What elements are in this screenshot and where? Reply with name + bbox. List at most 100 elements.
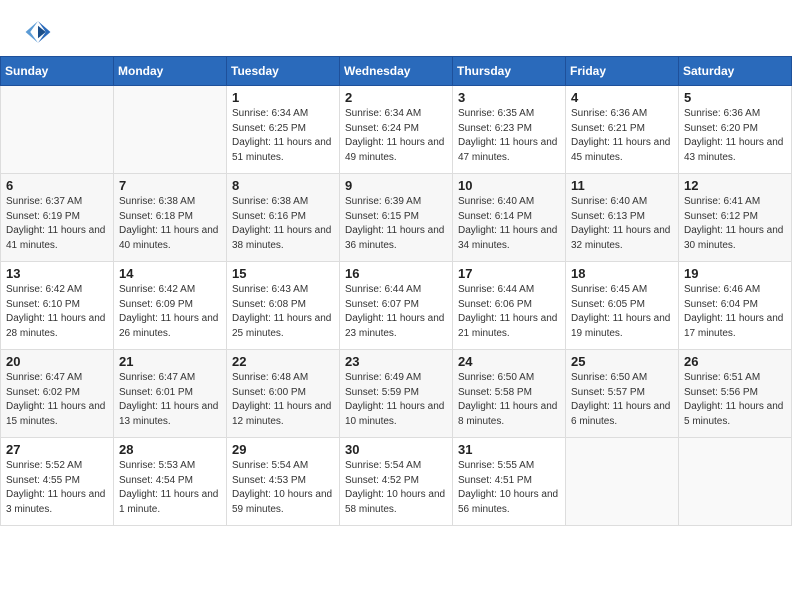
day-number: 30 [345,442,447,457]
calendar-cell: 3 Sunrise: 6:35 AM Sunset: 6:23 PM Daylig… [453,86,566,174]
day-number: 11 [571,178,673,193]
calendar-body: 1 Sunrise: 6:34 AM Sunset: 6:25 PM Daylig… [1,86,792,526]
day-number: 15 [232,266,334,281]
day-info: Sunrise: 6:50 AM Sunset: 5:58 PM Dayligh… [458,371,560,429]
calendar-cell [679,438,792,526]
day-number: 19 [684,266,786,281]
day-number: 22 [232,354,334,369]
calendar-cell: 17 Sunrise: 6:44 AM Sunset: 6:06 PM Dayli… [453,262,566,350]
logo-icon [24,18,52,46]
calendar-cell: 12 Sunrise: 6:41 AM Sunset: 6:12 PM Dayli… [679,174,792,262]
day-number: 18 [571,266,673,281]
day-number: 27 [6,442,108,457]
calendar-cell: 22 Sunrise: 6:48 AM Sunset: 6:00 PM Dayli… [227,350,340,438]
weekday-header: Friday [566,57,679,86]
day-info: Sunrise: 6:44 AM Sunset: 6:07 PM Dayligh… [345,283,447,341]
calendar-cell: 24 Sunrise: 6:50 AM Sunset: 5:58 PM Dayli… [453,350,566,438]
day-info: Sunrise: 6:48 AM Sunset: 6:00 PM Dayligh… [232,371,334,429]
day-number: 9 [345,178,447,193]
day-number: 1 [232,90,334,105]
day-number: 24 [458,354,560,369]
calendar-cell: 16 Sunrise: 6:44 AM Sunset: 6:07 PM Dayli… [340,262,453,350]
day-info: Sunrise: 6:44 AM Sunset: 6:06 PM Dayligh… [458,283,560,341]
calendar-cell [114,86,227,174]
day-info: Sunrise: 6:34 AM Sunset: 6:24 PM Dayligh… [345,107,447,165]
day-number: 29 [232,442,334,457]
day-info: Sunrise: 6:38 AM Sunset: 6:16 PM Dayligh… [232,195,334,253]
calendar-cell [1,86,114,174]
day-info: Sunrise: 6:36 AM Sunset: 6:21 PM Dayligh… [571,107,673,165]
day-number: 23 [345,354,447,369]
calendar-cell: 2 Sunrise: 6:34 AM Sunset: 6:24 PM Daylig… [340,86,453,174]
day-info: Sunrise: 5:54 AM Sunset: 4:52 PM Dayligh… [345,459,447,517]
page: SundayMondayTuesdayWednesdayThursdayFrid… [0,0,792,612]
day-info: Sunrise: 6:38 AM Sunset: 6:18 PM Dayligh… [119,195,221,253]
calendar-cell: 6 Sunrise: 6:37 AM Sunset: 6:19 PM Daylig… [1,174,114,262]
day-info: Sunrise: 6:51 AM Sunset: 5:56 PM Dayligh… [684,371,786,429]
calendar-cell: 14Sunrise: 6:42 AM Sunset: 6:09 PM Dayli… [114,262,227,350]
calendar-cell: 27 Sunrise: 5:52 AM Sunset: 4:55 PM Dayli… [1,438,114,526]
calendar-header: SundayMondayTuesdayWednesdayThursdayFrid… [1,57,792,86]
day-number: 12 [684,178,786,193]
calendar-cell: 5 Sunrise: 6:36 AM Sunset: 6:20 PM Daylig… [679,86,792,174]
day-number: 2 [345,90,447,105]
day-number: 13 [6,266,108,281]
day-info: Sunrise: 5:54 AM Sunset: 4:53 PM Dayligh… [232,459,334,517]
week-row: 6 Sunrise: 6:37 AM Sunset: 6:19 PM Daylig… [1,174,792,262]
day-info: Sunrise: 6:46 AM Sunset: 6:04 PM Dayligh… [684,283,786,341]
calendar-cell: 4 Sunrise: 6:36 AM Sunset: 6:21 PM Daylig… [566,86,679,174]
weekday-row: SundayMondayTuesdayWednesdayThursdayFrid… [1,57,792,86]
calendar-cell: 30 Sunrise: 5:54 AM Sunset: 4:52 PM Dayli… [340,438,453,526]
weekday-header: Wednesday [340,57,453,86]
day-info: Sunrise: 6:41 AM Sunset: 6:12 PM Dayligh… [684,195,786,253]
day-info: Sunrise: 6:47 AM Sunset: 6:02 PM Dayligh… [6,371,108,429]
calendar: SundayMondayTuesdayWednesdayThursdayFrid… [0,56,792,526]
day-number: 4 [571,90,673,105]
day-number: 25 [571,354,673,369]
day-info: Sunrise: 6:40 AM Sunset: 6:13 PM Dayligh… [571,195,673,253]
day-number: 3 [458,90,560,105]
day-info: Sunrise: 5:55 AM Sunset: 4:51 PM Dayligh… [458,459,560,517]
header [0,0,792,56]
day-info: Sunrise: 6:36 AM Sunset: 6:20 PM Dayligh… [684,107,786,165]
day-number: 6 [6,178,108,193]
day-number: 21 [119,354,221,369]
day-info: Sunrise: 6:35 AM Sunset: 6:23 PM Dayligh… [458,107,560,165]
calendar-cell: 20 Sunrise: 6:47 AM Sunset: 6:02 PM Dayli… [1,350,114,438]
day-number: 17 [458,266,560,281]
day-number: 26 [684,354,786,369]
calendar-cell: 8 Sunrise: 6:38 AM Sunset: 6:16 PM Daylig… [227,174,340,262]
day-number: 16 [345,266,447,281]
calendar-cell: 7 Sunrise: 6:38 AM Sunset: 6:18 PM Daylig… [114,174,227,262]
day-number: 28 [119,442,221,457]
calendar-cell: 26 Sunrise: 6:51 AM Sunset: 5:56 PM Dayli… [679,350,792,438]
day-info: Sunrise: 6:34 AM Sunset: 6:25 PM Dayligh… [232,107,334,165]
day-number: 7 [119,178,221,193]
calendar-cell: 19 Sunrise: 6:46 AM Sunset: 6:04 PM Dayli… [679,262,792,350]
calendar-cell: 15 Sunrise: 6:43 AM Sunset: 6:08 PM Dayli… [227,262,340,350]
weekday-header: Tuesday [227,57,340,86]
week-row: 27 Sunrise: 5:52 AM Sunset: 4:55 PM Dayli… [1,438,792,526]
calendar-cell: 11 Sunrise: 6:40 AM Sunset: 6:13 PM Dayli… [566,174,679,262]
weekday-header: Thursday [453,57,566,86]
day-number: 20 [6,354,108,369]
day-info: Sunrise: 6:43 AM Sunset: 6:08 PM Dayligh… [232,283,334,341]
day-info: Sunrise: 6:42 AM Sunset: 6:09 PM Dayligh… [119,283,221,341]
day-number: 8 [232,178,334,193]
day-number: 5 [684,90,786,105]
calendar-cell: 31Sunrise: 5:55 AM Sunset: 4:51 PM Dayli… [453,438,566,526]
calendar-cell [566,438,679,526]
week-row: 1 Sunrise: 6:34 AM Sunset: 6:25 PM Daylig… [1,86,792,174]
calendar-cell: 10Sunrise: 6:40 AM Sunset: 6:14 PM Dayli… [453,174,566,262]
calendar-cell: 18Sunrise: 6:45 AM Sunset: 6:05 PM Dayli… [566,262,679,350]
day-info: Sunrise: 6:37 AM Sunset: 6:19 PM Dayligh… [6,195,108,253]
day-info: Sunrise: 6:50 AM Sunset: 5:57 PM Dayligh… [571,371,673,429]
day-info: Sunrise: 5:53 AM Sunset: 4:54 PM Dayligh… [119,459,221,517]
calendar-cell: 23Sunrise: 6:49 AM Sunset: 5:59 PM Dayli… [340,350,453,438]
calendar-cell: 9Sunrise: 6:39 AM Sunset: 6:15 PM Daylig… [340,174,453,262]
calendar-cell: 25 Sunrise: 6:50 AM Sunset: 5:57 PM Dayli… [566,350,679,438]
weekday-header: Sunday [1,57,114,86]
day-info: Sunrise: 6:47 AM Sunset: 6:01 PM Dayligh… [119,371,221,429]
day-info: Sunrise: 5:52 AM Sunset: 4:55 PM Dayligh… [6,459,108,517]
day-info: Sunrise: 6:42 AM Sunset: 6:10 PM Dayligh… [6,283,108,341]
